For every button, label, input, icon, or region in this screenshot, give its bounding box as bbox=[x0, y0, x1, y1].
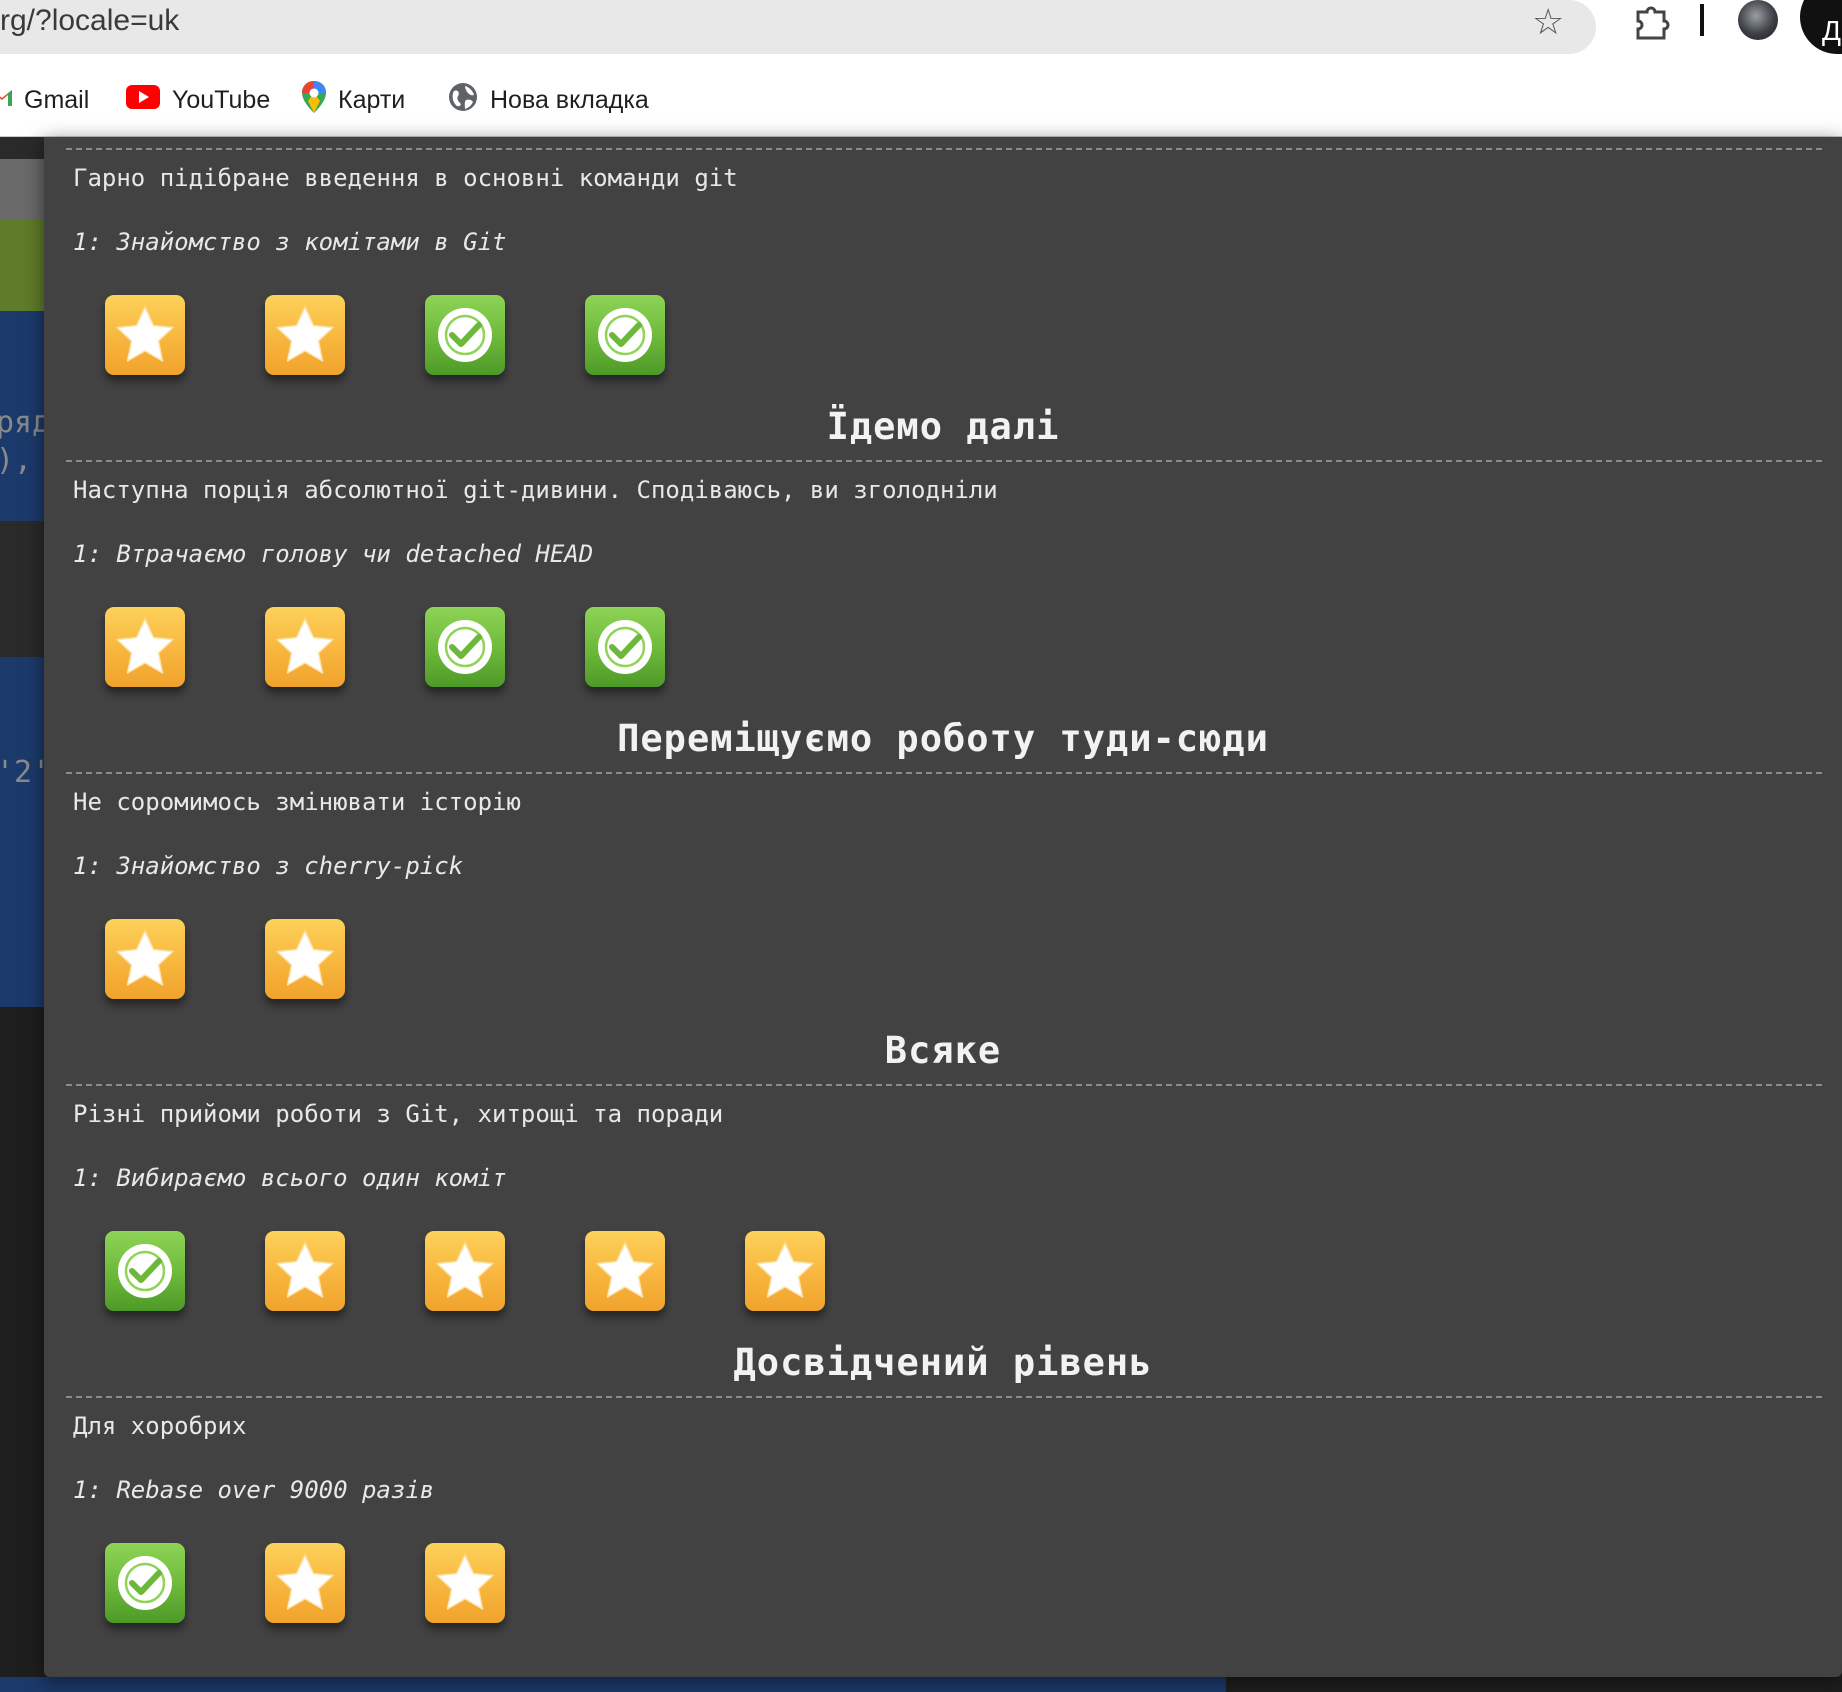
level-select-modal: ВступГарно підібране введення в основні … bbox=[44, 137, 1842, 1677]
bg-code-text: '2' bbox=[0, 755, 51, 790]
bg-strip bbox=[0, 137, 50, 159]
bg-strip-green bbox=[0, 219, 50, 311]
level-completed-check-icon[interactable] bbox=[585, 607, 665, 687]
level-star-icon[interactable] bbox=[105, 295, 185, 375]
bookmarks-bar: Gmail YouTube Карти Нова вкладка bbox=[0, 64, 1842, 137]
bookmark-gmail[interactable]: Gmail bbox=[0, 82, 89, 118]
toolbar-separator bbox=[1700, 4, 1704, 36]
level-star-icon[interactable] bbox=[265, 1543, 345, 1623]
level-star-icon[interactable] bbox=[265, 1231, 345, 1311]
profile-initial: Д bbox=[1822, 15, 1841, 46]
current-level-name: 1: Вибираємо всього один коміт bbox=[73, 1164, 507, 1192]
url-text[interactable]: rg/?locale=uk bbox=[0, 4, 179, 38]
section-divider bbox=[66, 772, 1822, 774]
section-title: Всяке bbox=[884, 1029, 1002, 1072]
bg-strip bbox=[0, 521, 50, 657]
bg-bottom-strip-dark bbox=[1226, 1677, 1842, 1692]
level-star-icon[interactable] bbox=[745, 1231, 825, 1311]
level-icon-row bbox=[105, 919, 425, 1003]
level-star-icon[interactable] bbox=[265, 295, 345, 375]
section-divider bbox=[66, 1084, 1822, 1086]
section-divider bbox=[66, 460, 1822, 462]
bookmark-youtube[interactable]: YouTube bbox=[126, 82, 270, 118]
current-level-name: 1: Знайомство з комітами в Git bbox=[73, 228, 507, 256]
level-completed-check-icon[interactable] bbox=[105, 1543, 185, 1623]
section-description: Для хоробрих bbox=[73, 1412, 247, 1440]
section-description: Різні прийоми роботи з Git, хитрощі та п… bbox=[73, 1100, 724, 1128]
level-star-icon[interactable] bbox=[265, 919, 345, 999]
level-list: ВступГарно підібране введення в основні … bbox=[44, 137, 1842, 1677]
level-completed-check-icon[interactable] bbox=[585, 295, 665, 375]
current-level-name: 1: Знайомство з cherry-pick bbox=[73, 852, 464, 880]
section-divider bbox=[66, 148, 1822, 150]
bookmark-star-icon[interactable]: ☆ bbox=[1532, 2, 1564, 42]
bookmark-new-tab[interactable]: Нова вкладка bbox=[448, 82, 649, 118]
level-star-icon[interactable] bbox=[265, 607, 345, 687]
youtube-icon bbox=[126, 84, 160, 116]
bookmark-maps[interactable]: Карти bbox=[302, 80, 406, 120]
level-icon-row bbox=[105, 1231, 905, 1315]
section-divider bbox=[66, 1396, 1822, 1398]
current-level-name: 1: Rebase over 9000 разів bbox=[73, 1476, 435, 1504]
bookmark-label: Нова вкладка bbox=[490, 85, 649, 114]
level-completed-check-icon[interactable] bbox=[425, 295, 505, 375]
bg-strip bbox=[0, 159, 50, 219]
level-star-icon[interactable] bbox=[585, 1231, 665, 1311]
level-star-icon[interactable] bbox=[105, 919, 185, 999]
section-description: Наступна порція абсолютної git-дивини. С… bbox=[73, 476, 998, 504]
bookmark-label: Карти bbox=[338, 85, 406, 114]
profile-button[interactable]: Д bbox=[1800, 0, 1842, 54]
bg-strip-blue bbox=[0, 657, 50, 1007]
bg-code-text: ряд bbox=[0, 405, 51, 440]
section-title: Їдемо далі bbox=[826, 405, 1060, 448]
address-bar[interactable]: rg/?locale=uk ☆ bbox=[0, 0, 1596, 54]
level-completed-check-icon[interactable] bbox=[105, 1231, 185, 1311]
bookmark-label: Gmail bbox=[24, 85, 90, 114]
bg-code-text: ), bbox=[0, 443, 33, 478]
profile-avatar[interactable] bbox=[1738, 0, 1778, 40]
current-level-name: 1: Втрачаємо голову чи detached HEAD bbox=[73, 540, 594, 568]
section-title: Переміщуємо роботу туди-сюди bbox=[617, 717, 1269, 760]
level-star-icon[interactable] bbox=[105, 607, 185, 687]
level-star-icon[interactable] bbox=[425, 1543, 505, 1623]
level-icon-row bbox=[105, 1543, 585, 1627]
browser-toolbar: rg/?locale=uk ☆ Д bbox=[0, 0, 1842, 64]
gmail-icon bbox=[0, 86, 12, 115]
section-description: Не соромимось змінювати історію bbox=[73, 788, 521, 816]
level-icon-row bbox=[105, 607, 745, 691]
globe-icon bbox=[448, 82, 478, 119]
level-completed-check-icon[interactable] bbox=[425, 607, 505, 687]
level-star-icon[interactable] bbox=[425, 1231, 505, 1311]
section-description: Гарно підібране введення в основні коман… bbox=[73, 164, 738, 192]
maps-icon bbox=[302, 80, 326, 120]
bookmark-label: YouTube bbox=[172, 85, 271, 114]
level-icon-row bbox=[105, 295, 745, 379]
extensions-icon[interactable] bbox=[1632, 4, 1672, 42]
section-title: Досвідчений рівень bbox=[733, 1341, 1153, 1384]
